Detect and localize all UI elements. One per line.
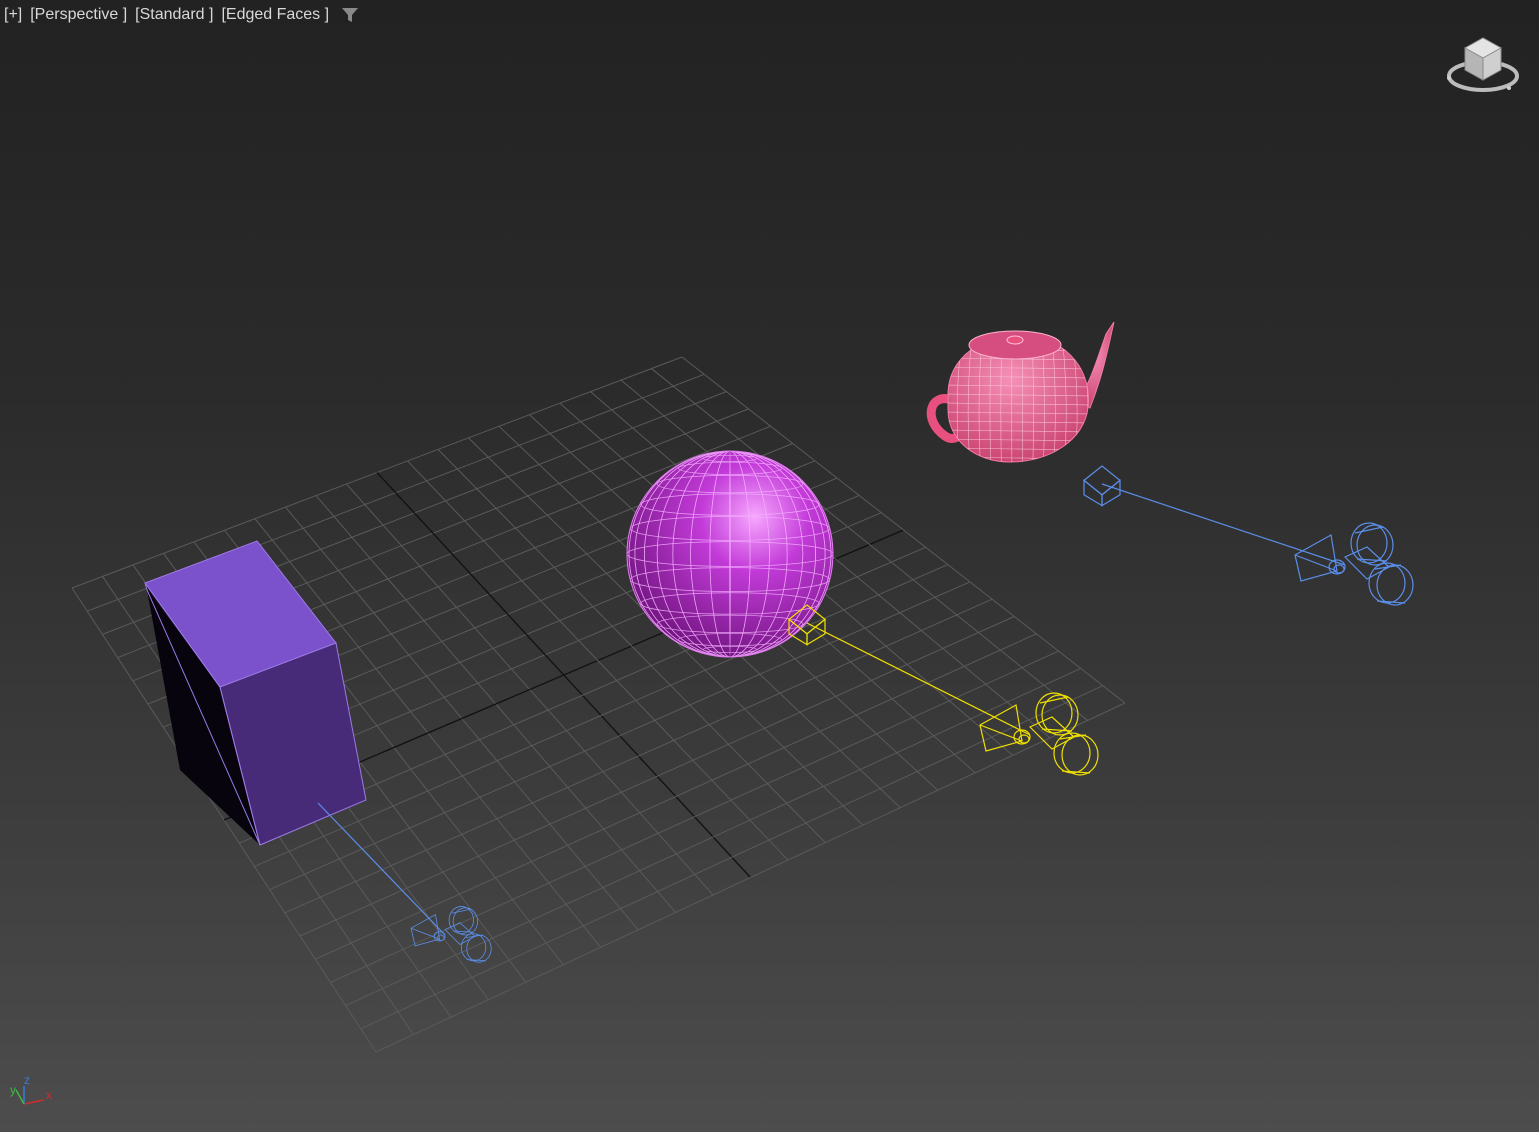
box-object[interactable] [144, 540, 367, 846]
perspective-viewport[interactable]: [+] [Perspective ] [Standard ] [Edged Fa… [0, 0, 1539, 1132]
scene-canvas[interactable] [0, 0, 1539, 1132]
viewport-label-menu: [+] [Perspective ] [Standard ] [Edged Fa… [4, 6, 359, 24]
camera-blue-right-body-icon[interactable] [1294, 522, 1414, 606]
viewport-display-mode-label[interactable]: [Edged Faces ] [221, 6, 329, 24]
filter-icon[interactable] [341, 6, 359, 24]
axis-z-label: z [24, 1073, 30, 1087]
axis-tripod: x z y [6, 1072, 62, 1112]
camera-blue-right-target-icon[interactable] [1083, 465, 1121, 507]
camera-blue-right[interactable] [1083, 465, 1414, 606]
camera-yellow[interactable] [788, 604, 1099, 776]
axis-x-label: x [46, 1088, 52, 1102]
viewcube[interactable] [1443, 28, 1523, 98]
sphere-object[interactable] [626, 450, 834, 658]
axis-y-label: y [10, 1083, 16, 1097]
viewport-plus-menu[interactable]: [+] [4, 6, 22, 24]
viewport-view-label[interactable]: [Perspective ] [30, 6, 127, 24]
viewport-shading-label[interactable]: [Standard ] [135, 6, 213, 24]
teapot-object[interactable] [926, 321, 1115, 465]
